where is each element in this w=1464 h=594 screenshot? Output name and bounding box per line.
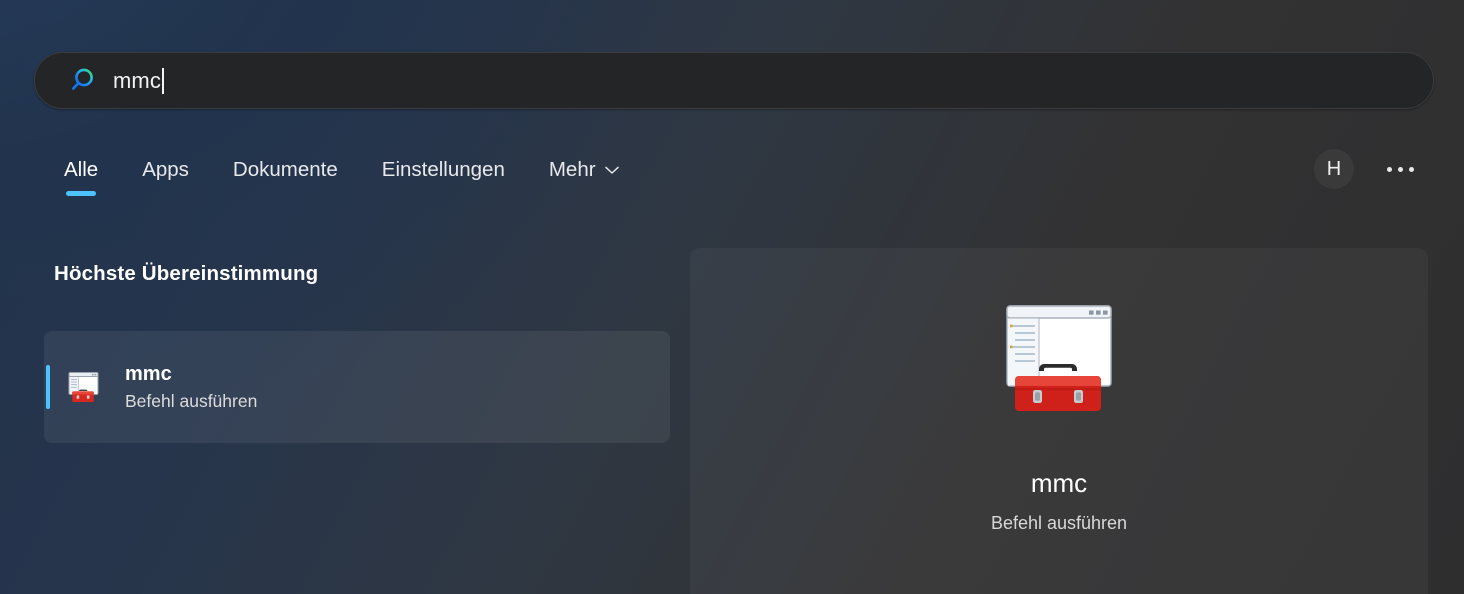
mmc-console-toolbox-icon [989, 300, 1129, 430]
tab-einstellungen[interactable]: Einstellungen [360, 152, 527, 204]
tab-dokumente[interactable]: Dokumente [211, 152, 360, 204]
tab-mehr[interactable]: Mehr [527, 152, 641, 204]
filter-tabs: Alle Apps Dokumente Einstellungen Mehr H [42, 149, 1430, 210]
ellipsis-icon [1386, 166, 1414, 172]
tab-label: Einstellungen [381, 158, 505, 181]
preview-subtitle: Befehl ausführen [990, 513, 1128, 533]
best-match-heading: Höchste Übereinstimmung [54, 262, 319, 285]
tab-label: Mehr [548, 158, 596, 181]
result-item-mmc[interactable]: mmc Befehl ausführen [44, 331, 670, 443]
mmc-console-toolbox-icon [64, 367, 104, 407]
result-title: mmc [125, 363, 172, 385]
tab-label: Alle [64, 158, 99, 181]
selection-accent-bar [46, 365, 50, 409]
avatar-initial: H [1326, 158, 1342, 180]
search-query-text: mmc [113, 67, 161, 93]
preview-panel: mmc Befehl ausführen [690, 248, 1428, 594]
result-text: mmc Befehl ausführen [125, 362, 257, 412]
tab-apps[interactable]: Apps [120, 152, 211, 204]
tab-label: Dokumente [232, 158, 338, 181]
tab-label: Apps [142, 158, 189, 181]
windows-search-panel: mmc Alle Apps Dokumente Einstellungen Me… [0, 0, 1464, 594]
chevron-down-icon [604, 166, 619, 175]
preview-title: mmc [1030, 468, 1088, 498]
results-list: Höchste Übereinstimmung mmc Befehl ausfü… [44, 262, 674, 443]
more-options-button[interactable] [1378, 149, 1422, 189]
text-caret [161, 67, 164, 94]
search-input[interactable]: mmc [113, 53, 1433, 108]
search-box[interactable]: mmc [34, 52, 1434, 109]
avatar[interactable]: H [1314, 149, 1354, 189]
search-icon [65, 64, 99, 98]
result-subtitle: Befehl ausführen [125, 391, 258, 411]
tab-alle[interactable]: Alle [42, 152, 120, 204]
